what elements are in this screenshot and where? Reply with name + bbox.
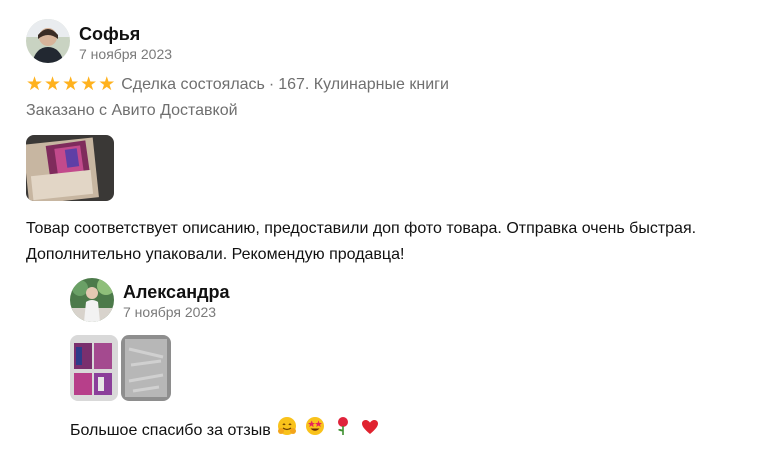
meta-separator: · xyxy=(268,75,275,93)
reply-photo-1-image xyxy=(70,335,118,401)
star-struck-face-icon xyxy=(305,416,325,445)
star-icon: ★ xyxy=(44,74,62,95)
reply-photo-2-image xyxy=(121,335,171,401)
review-text-line: Товар соответствует описанию, предостави… xyxy=(26,220,697,237)
rating-row: ★ ★ ★ ★ ★ Сделка состоялась · 167. Кулин… xyxy=(26,75,449,94)
review-date: 7 ноября 2023 xyxy=(79,46,173,62)
star-icon: ★ xyxy=(26,74,44,95)
reply-photo-2[interactable] xyxy=(121,335,171,401)
review-text-line: Дополнительно упаковали. Рекомендую прод… xyxy=(26,246,405,263)
review-text: Товар соответствует описанию, предостави… xyxy=(26,216,756,268)
star-icon: ★ xyxy=(98,74,116,95)
reply-date: 7 ноября 2023 xyxy=(123,304,217,320)
rating-stars: ★ ★ ★ ★ ★ xyxy=(26,75,115,94)
item-link[interactable]: 167. Кулинарные книги xyxy=(278,76,449,94)
reviewer-name[interactable]: Софья xyxy=(79,24,140,45)
reply-photo-1[interactable] xyxy=(70,335,118,401)
seller-avatar[interactable] xyxy=(70,278,114,322)
deal-status: Сделка состоялась xyxy=(121,75,265,93)
reviewer-avatar-image xyxy=(26,19,70,63)
reviewer-avatar[interactable] xyxy=(26,19,70,63)
hugging-face-icon xyxy=(277,416,297,445)
delivery-note: Заказано с Авито Доставкой xyxy=(26,102,238,119)
star-icon: ★ xyxy=(62,74,80,95)
seller-avatar-image xyxy=(70,278,114,322)
review-photo-image xyxy=(26,135,114,201)
reply-text: Большое спасибо за отзыв xyxy=(70,416,379,445)
seller-name[interactable]: Александра xyxy=(123,282,230,303)
reply-text-label: Большое спасибо за отзыв xyxy=(70,421,271,439)
rose-icon xyxy=(335,416,351,445)
red-heart-icon xyxy=(361,418,379,444)
review-photo[interactable] xyxy=(26,135,114,201)
star-icon: ★ xyxy=(80,74,98,95)
